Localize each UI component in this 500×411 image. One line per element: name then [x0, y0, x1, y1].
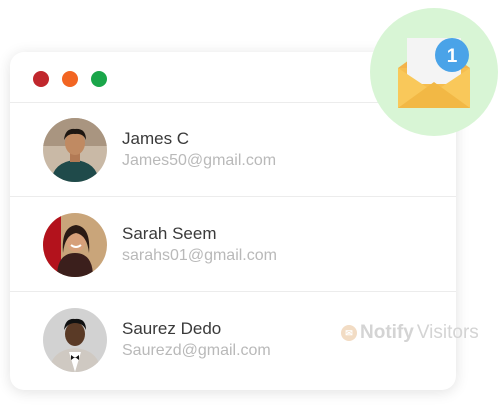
avatar-photo: [43, 213, 107, 277]
avatar-photo: [43, 308, 107, 372]
minimize-window-button[interactable]: [62, 71, 78, 87]
notification-count: 1: [447, 46, 458, 67]
avatar: [43, 213, 107, 277]
close-window-button[interactable]: [33, 71, 49, 87]
contact-email: Saurezd@gmail.com: [122, 342, 271, 359]
maximize-window-button[interactable]: [91, 71, 107, 87]
notification-badge: 1: [435, 38, 469, 72]
brand-logo-icon: ✉: [341, 325, 357, 341]
avatar-photo: [43, 118, 107, 182]
contact-name: Saurez Dedo: [122, 319, 222, 338]
contact-name: James C: [122, 129, 190, 148]
new-mail-notification[interactable]: 1: [370, 8, 498, 136]
contact-email: James50@gmail.com: [122, 152, 277, 169]
watermark-bold: Notify: [360, 322, 414, 343]
avatar: [43, 308, 107, 372]
watermark-light: Visitors: [416, 322, 479, 343]
contact-name: Sarah Seem: [122, 224, 217, 243]
contact-email: sarahs01@gmail.com: [122, 247, 277, 264]
contact-row[interactable]: Sarah Seem sarahs01@gmail.com: [10, 197, 456, 292]
avatar: [43, 118, 107, 182]
envelope-icon: 1: [398, 38, 470, 108]
brand-watermark: ✉ Notify Visitors: [341, 322, 479, 344]
